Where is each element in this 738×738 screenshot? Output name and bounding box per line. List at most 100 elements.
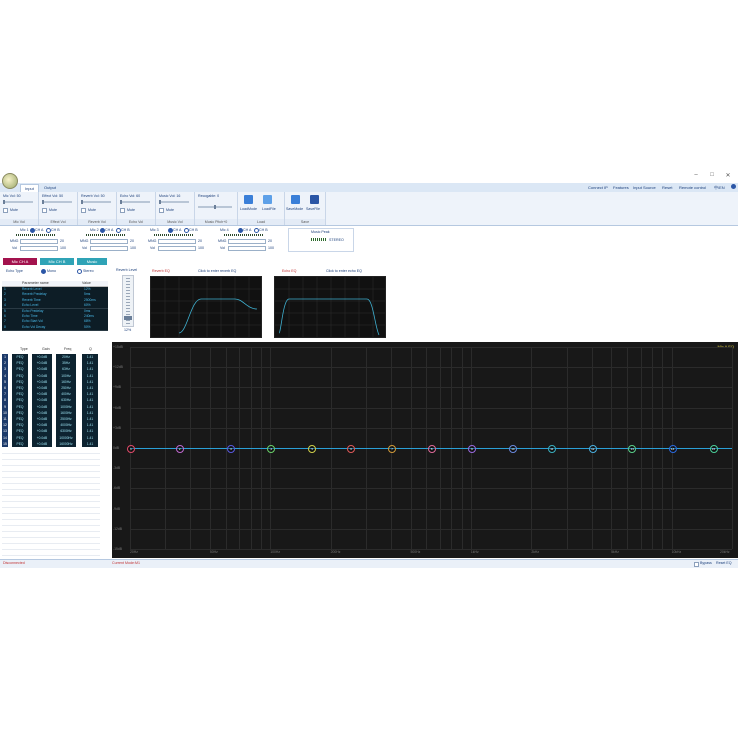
reset-eq-button[interactable]: Reset EQ [716, 561, 732, 565]
param-value[interactable]: 50% [84, 325, 91, 330]
load-mode-icon[interactable] [244, 195, 253, 204]
peq-freq[interactable]: 16000Hz [56, 440, 76, 447]
mic-2-mng-slider[interactable] [90, 239, 128, 244]
close-button[interactable]: ✕ [722, 172, 734, 179]
save-file-button[interactable]: SaveFile [306, 207, 320, 211]
reset-link[interactable]: Reset [662, 184, 672, 191]
eq-band-node[interactable]: 9 [467, 445, 476, 453]
mic-4-chb-label: CH B [259, 228, 268, 232]
echo-vol-slider[interactable] [120, 200, 150, 204]
mic-mute-checkbox[interactable] [3, 208, 8, 213]
reverb-level-fader[interactable] [122, 275, 134, 327]
mic-3-mng-slider[interactable] [158, 239, 196, 244]
mic-4-mng-slider[interactable] [228, 239, 266, 244]
music-mute-checkbox[interactable] [159, 208, 164, 213]
eq-band-node[interactable]: 3 [226, 445, 235, 453]
music-button[interactable]: Music [77, 258, 107, 265]
pitch-slider[interactable] [198, 205, 232, 209]
effect-vol-label: Effect Vol: 50 [42, 194, 64, 198]
mic-1-mng-slider[interactable] [20, 239, 58, 244]
load-file-icon[interactable] [263, 195, 272, 204]
slider-knob[interactable] [3, 200, 5, 204]
features-link[interactable]: Features [613, 184, 629, 191]
eq-band-node[interactable]: 7 [388, 445, 397, 453]
peq-type[interactable]: PEQ [12, 440, 28, 447]
echo-eq-graph[interactable] [274, 276, 386, 338]
eq-band-node[interactable]: 11 [547, 445, 556, 453]
reverb-eq-graph[interactable] [150, 276, 262, 338]
bypass-label[interactable]: Bypass [700, 561, 712, 565]
mic-1-cha-label: CH A [35, 228, 44, 232]
slider-knob[interactable] [81, 200, 83, 204]
echo-vol-group: Echo Vol: 60 Mute Echo Vol [117, 192, 156, 225]
param-name: Echo Vol Decay [22, 324, 46, 329]
eq-band-node[interactable]: 1 [127, 445, 135, 453]
reverb-eq-hint[interactable]: Click to enter reverb EQ [198, 269, 236, 273]
peq-header-row: Type Gain Freq Q [0, 346, 100, 352]
slider-knob[interactable] [42, 200, 44, 204]
peq-header-gain: Gain [42, 347, 50, 351]
peq-row[interactable]: 15 PEQ +0.0dB 16000Hz 1.41 [2, 440, 100, 447]
peq-q[interactable]: 1.41 [82, 440, 98, 447]
maximize-button[interactable]: □ [706, 172, 718, 178]
tab-output[interactable]: Output [40, 184, 60, 191]
input-source-link[interactable]: Input Source [633, 184, 656, 191]
load-mode-button[interactable]: LoadMode [240, 207, 257, 211]
main-eq-graph[interactable]: Mic A EQ +15dB+12dB+9dB+6dB+3dB0dB-3dB-6… [112, 342, 738, 558]
fader-knob[interactable] [124, 316, 132, 320]
slider-knob[interactable] [214, 205, 216, 209]
eq-band-node[interactable]: 5 [308, 445, 317, 453]
echo-mute-label: Mute [127, 208, 135, 212]
eq-nodes: 1 2 3 4 5 6 7 8 9 10 11 12 13 14 15 [127, 342, 732, 558]
mic-cha-button[interactable]: Mic CH A [3, 258, 37, 265]
reverb-mute-checkbox[interactable] [81, 208, 86, 213]
slider-knob[interactable] [120, 200, 122, 204]
eq-y-tick-label: +3dB [113, 425, 122, 430]
mic-1-vol-slider[interactable] [20, 246, 58, 251]
eq-band-node[interactable]: 6 [347, 445, 356, 453]
mic-chb-button[interactable]: Mic CH B [40, 258, 74, 265]
music-vol-label: Music Vol: 16 [159, 194, 181, 198]
reverb-vol-slider[interactable] [81, 200, 111, 204]
app-logo-icon[interactable] [2, 173, 18, 189]
music-vol-slider[interactable] [159, 200, 189, 204]
peq-gain[interactable]: +0.0dB [32, 440, 52, 447]
slider-knob[interactable] [159, 200, 161, 204]
eq-band-node[interactable]: 8 [427, 445, 436, 453]
save-mode-icon[interactable] [291, 195, 300, 204]
minimize-button[interactable]: – [690, 172, 702, 178]
echo-mute-checkbox[interactable] [120, 208, 125, 213]
eq-band-node[interactable]: 12 [588, 445, 597, 453]
tab-input[interactable]: Input [20, 184, 39, 192]
mic-3-level-meter [154, 234, 194, 236]
bypass-checkbox[interactable] [694, 562, 699, 567]
eq-band-node[interactable]: 13 [628, 445, 637, 453]
param-row[interactable]: 8 Echo Vol Decay 50% [2, 324, 108, 331]
echo-eq-curve [278, 298, 380, 336]
echo-stereo-radio[interactable] [77, 269, 82, 274]
eq-band-node[interactable]: 2 [175, 445, 184, 453]
eq-y-tick-label: +9dB [113, 385, 122, 390]
eq-band-node[interactable]: 4 [267, 445, 276, 453]
help-icon[interactable] [731, 184, 736, 189]
effect-mute-checkbox[interactable] [42, 208, 47, 213]
eq-grid-vline [732, 347, 733, 549]
save-mode-button[interactable]: SaveMode [286, 207, 303, 211]
eq-band-node[interactable]: 10 [508, 445, 517, 453]
echo-eq-hint[interactable]: Click to enter echo EQ [326, 269, 362, 273]
mic-3-cha-label: CH A [173, 228, 182, 232]
eq-band-node[interactable]: 15 [709, 445, 718, 453]
remote-control-link[interactable]: Remote control [679, 184, 706, 191]
echo-mono-radio[interactable] [41, 269, 46, 274]
language-link[interactable]: 中/EN [714, 184, 725, 191]
mic-2-vol-slider[interactable] [90, 246, 128, 251]
load-file-button[interactable]: LoadFile [262, 207, 276, 211]
effect-vol-slider[interactable] [42, 200, 72, 204]
save-file-icon[interactable] [310, 195, 319, 204]
mic-2-mng-label: MNG [80, 239, 89, 243]
mic-vol-slider[interactable] [3, 200, 33, 204]
mic-4-vol-slider[interactable] [228, 246, 266, 251]
mic-3-vol-slider[interactable] [158, 246, 196, 251]
connect-ip-link[interactable]: Connect IP [588, 184, 608, 191]
eq-band-node[interactable]: 14 [668, 445, 677, 453]
